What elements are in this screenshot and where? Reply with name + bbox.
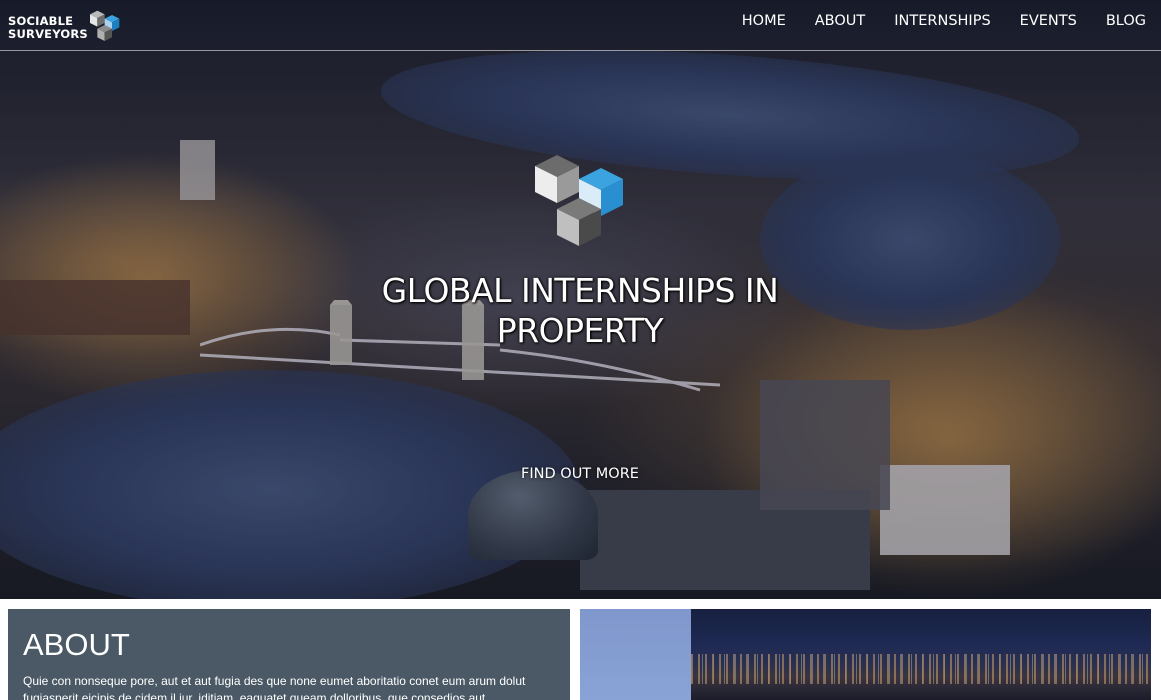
brand-name: SOCIABLE SURVEYORS [8, 15, 88, 41]
city-photo [580, 609, 1151, 700]
hero-title-line-2: PROPERTY [496, 311, 664, 350]
nav-home[interactable]: HOME [742, 13, 786, 29]
main-menu: HOME ABOUT INTERNSHIPS EVENTS BLOG [713, 13, 1146, 29]
brand-logo-link[interactable]: SOCIABLE SURVEYORS [8, 10, 120, 43]
find-out-more-link[interactable]: FIND OUT MORE [510, 466, 650, 482]
cube-logo-icon [535, 155, 623, 246]
hero-section: SOCIABLE SURVEYORS HOME ABOUT INTERNSHIP… [0, 0, 1161, 599]
photo-city-lights [691, 654, 1151, 684]
top-navbar: SOCIABLE SURVEYORS HOME ABOUT INTERNSHIP… [0, 0, 1161, 51]
nav-internships[interactable]: INTERNSHIPS [894, 13, 990, 29]
hero-title: GLOBAL INTERNSHIPS IN PROPERTY [280, 271, 880, 351]
about-section: ABOUT Quie con nonseque pore, aut et aut… [8, 609, 570, 700]
about-text: Quie con nonseque pore, aut et aut fugia… [23, 674, 526, 700]
nav-events[interactable]: EVENTS [1020, 13, 1077, 29]
brand-line-2: SURVEYORS [8, 27, 88, 41]
hero-title-line-1: GLOBAL INTERNSHIPS IN [381, 271, 779, 310]
nav-about[interactable]: ABOUT [815, 13, 866, 29]
photo-sky-panel [580, 609, 691, 700]
nav-blog[interactable]: BLOG [1106, 13, 1146, 29]
about-title: ABOUT [23, 627, 130, 662]
cube-logo-icon [89, 10, 120, 41]
